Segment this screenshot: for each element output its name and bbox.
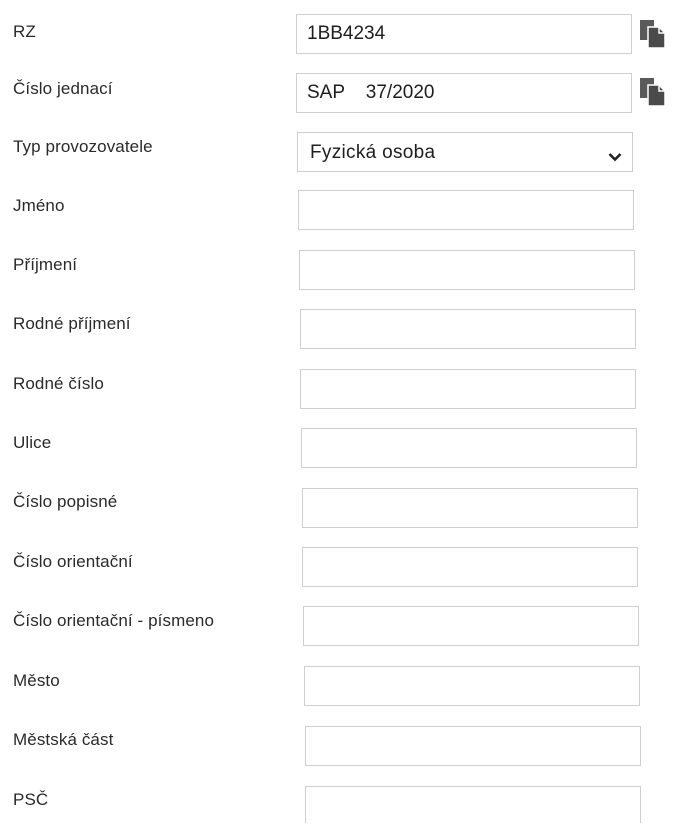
cislo-orientacni-input[interactable] bbox=[302, 547, 638, 587]
copy-icon[interactable] bbox=[640, 78, 666, 107]
ulice-label: Ulice bbox=[13, 433, 52, 452]
rodne-prijmeni-input[interactable] bbox=[300, 309, 636, 349]
cislo-popisne-input[interactable] bbox=[302, 488, 638, 528]
typ-provozovatele-label: Typ provozovatele bbox=[13, 137, 153, 156]
cislo-jednaci-label: Číslo jednací bbox=[13, 79, 113, 98]
psc-label: PSČ bbox=[13, 790, 49, 809]
copy-icon[interactable] bbox=[640, 20, 666, 49]
cislo-popisne-label: Číslo popisné bbox=[13, 492, 118, 511]
cislo-jednaci-input[interactable] bbox=[296, 73, 632, 113]
mesto-input[interactable] bbox=[304, 666, 640, 706]
cislo-orientacni-pismeno-input[interactable] bbox=[303, 606, 639, 646]
rz-label: RZ bbox=[13, 22, 36, 41]
mestska-cast-input[interactable] bbox=[305, 726, 641, 766]
prijmeni-input[interactable] bbox=[299, 250, 635, 290]
cislo-orientacni-pismeno-label: Číslo orientační - písmeno bbox=[13, 611, 215, 630]
chevron-down-icon bbox=[608, 146, 622, 162]
rodne-cislo-input[interactable] bbox=[300, 369, 636, 409]
typ-provozovatele-select[interactable]: Fyzická osoba bbox=[297, 132, 633, 172]
rodne-cislo-label: Rodné číslo bbox=[13, 374, 104, 393]
mesto-label: Město bbox=[13, 671, 60, 690]
jmeno-input[interactable] bbox=[298, 190, 634, 230]
prijmeni-label: Příjmení bbox=[13, 255, 78, 274]
ulice-input[interactable] bbox=[301, 428, 637, 468]
typ-provozovatele-selected: Fyzická osoba bbox=[310, 142, 436, 163]
psc-input[interactable] bbox=[305, 786, 641, 823]
rodne-prijmeni-label: Rodné příjmení bbox=[13, 314, 131, 333]
jmeno-label: Jméno bbox=[13, 196, 65, 215]
rz-input[interactable] bbox=[296, 14, 632, 54]
mestska-cast-label: Městská část bbox=[13, 730, 114, 749]
cislo-orientacni-label: Číslo orientační bbox=[13, 552, 133, 571]
